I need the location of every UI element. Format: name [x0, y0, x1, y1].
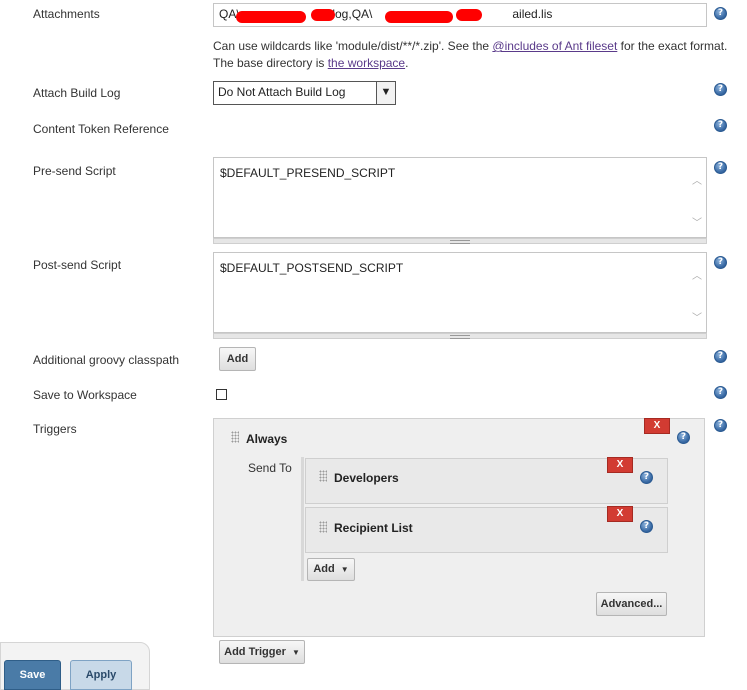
- save-button[interactable]: Save: [4, 660, 61, 690]
- recipient-developers: Developers X ?: [305, 457, 668, 504]
- chevron-down-icon: ▼: [340, 565, 349, 574]
- presend-script-textarea[interactable]: $DEFAULT_PRESEND_SCRIPT ︿ ﹀: [213, 157, 707, 238]
- save-workspace-label: Save to Workspace: [33, 388, 137, 402]
- chevron-down-icon: ▼: [376, 82, 395, 104]
- advanced-button[interactable]: Advanced...: [596, 592, 667, 616]
- drag-handle-icon[interactable]: [319, 521, 327, 533]
- postsend-script-value: $DEFAULT_POSTSEND_SCRIPT: [220, 261, 404, 275]
- send-to-label: Send To: [248, 461, 292, 475]
- delete-recipient-button[interactable]: X: [607, 506, 633, 522]
- scroll-down-icon[interactable]: ﹀: [692, 309, 702, 324]
- redaction-mark: [385, 11, 453, 23]
- redaction-mark: [456, 9, 482, 21]
- trigger-name: Always: [246, 432, 288, 446]
- add-trigger-button[interactable]: Add Trigger ▼: [219, 640, 305, 664]
- help-icon[interactable]: ?: [714, 7, 727, 20]
- save-workspace-checkbox[interactable]: [216, 389, 227, 400]
- help-icon[interactable]: ?: [677, 431, 690, 444]
- recipient-list: Recipient List X ?: [305, 506, 668, 553]
- redaction-mark: [311, 9, 335, 21]
- content-token-label: Content Token Reference: [33, 122, 169, 136]
- attachments-hint: Can use wildcards like 'module/dist/**/*…: [213, 39, 728, 70]
- help-icon[interactable]: ?: [640, 520, 653, 533]
- scroll-up-icon[interactable]: ︿: [692, 172, 702, 187]
- add-trigger-label: Add Trigger: [224, 646, 286, 658]
- add-recipient-label: Add: [313, 563, 335, 575]
- postsend-resize-handle[interactable]: [213, 333, 707, 339]
- presend-script-value: $DEFAULT_PRESEND_SCRIPT: [220, 166, 396, 180]
- trigger-always-panel: Always X ? Send To Developers X ? Recipi…: [213, 418, 705, 637]
- postsend-script-textarea[interactable]: $DEFAULT_POSTSEND_SCRIPT ︿ ﹀: [213, 252, 707, 333]
- attachments-value-part3: ailed.lis: [512, 7, 553, 21]
- help-icon[interactable]: ?: [714, 256, 727, 269]
- groovy-add-button[interactable]: Add: [219, 347, 256, 371]
- presend-script-label: Pre-send Script: [33, 164, 116, 178]
- help-icon[interactable]: ?: [714, 350, 727, 363]
- help-icon[interactable]: ?: [714, 386, 727, 399]
- help-icon[interactable]: ?: [640, 471, 653, 484]
- attach-build-log-value: Do Not Attach Build Log: [218, 85, 346, 99]
- ant-fileset-link[interactable]: @includes of Ant fileset: [492, 39, 617, 53]
- scroll-up-icon[interactable]: ︿: [692, 267, 702, 282]
- add-recipient-button[interactable]: Add ▼: [307, 558, 355, 581]
- attach-build-log-label: Attach Build Log: [33, 86, 121, 100]
- delete-trigger-button[interactable]: X: [644, 418, 670, 434]
- drag-handle-icon[interactable]: [319, 470, 327, 482]
- send-to-divider: [301, 457, 304, 581]
- help-icon[interactable]: ?: [714, 83, 727, 96]
- attachments-label: Attachments: [33, 7, 100, 21]
- help-icon[interactable]: ?: [714, 419, 727, 432]
- groovy-classpath-label: Additional groovy classpath: [33, 353, 180, 367]
- triggers-label: Triggers: [33, 422, 77, 436]
- chevron-down-icon: ▼: [291, 648, 300, 657]
- apply-button[interactable]: Apply: [70, 660, 132, 690]
- delete-recipient-button[interactable]: X: [607, 457, 633, 473]
- redaction-mark: [236, 11, 306, 23]
- postsend-script-label: Post-send Script: [33, 258, 122, 272]
- recipient-name: Developers: [334, 471, 399, 485]
- drag-handle-icon[interactable]: [231, 431, 239, 443]
- recipient-name: Recipient List: [334, 521, 413, 535]
- workspace-link[interactable]: the workspace: [328, 56, 405, 70]
- presend-resize-handle[interactable]: [213, 238, 707, 244]
- attach-build-log-select[interactable]: Do Not Attach Build Log ▼: [213, 81, 396, 105]
- help-icon[interactable]: ?: [714, 119, 727, 132]
- scroll-down-icon[interactable]: ﹀: [692, 214, 702, 229]
- help-icon[interactable]: ?: [714, 161, 727, 174]
